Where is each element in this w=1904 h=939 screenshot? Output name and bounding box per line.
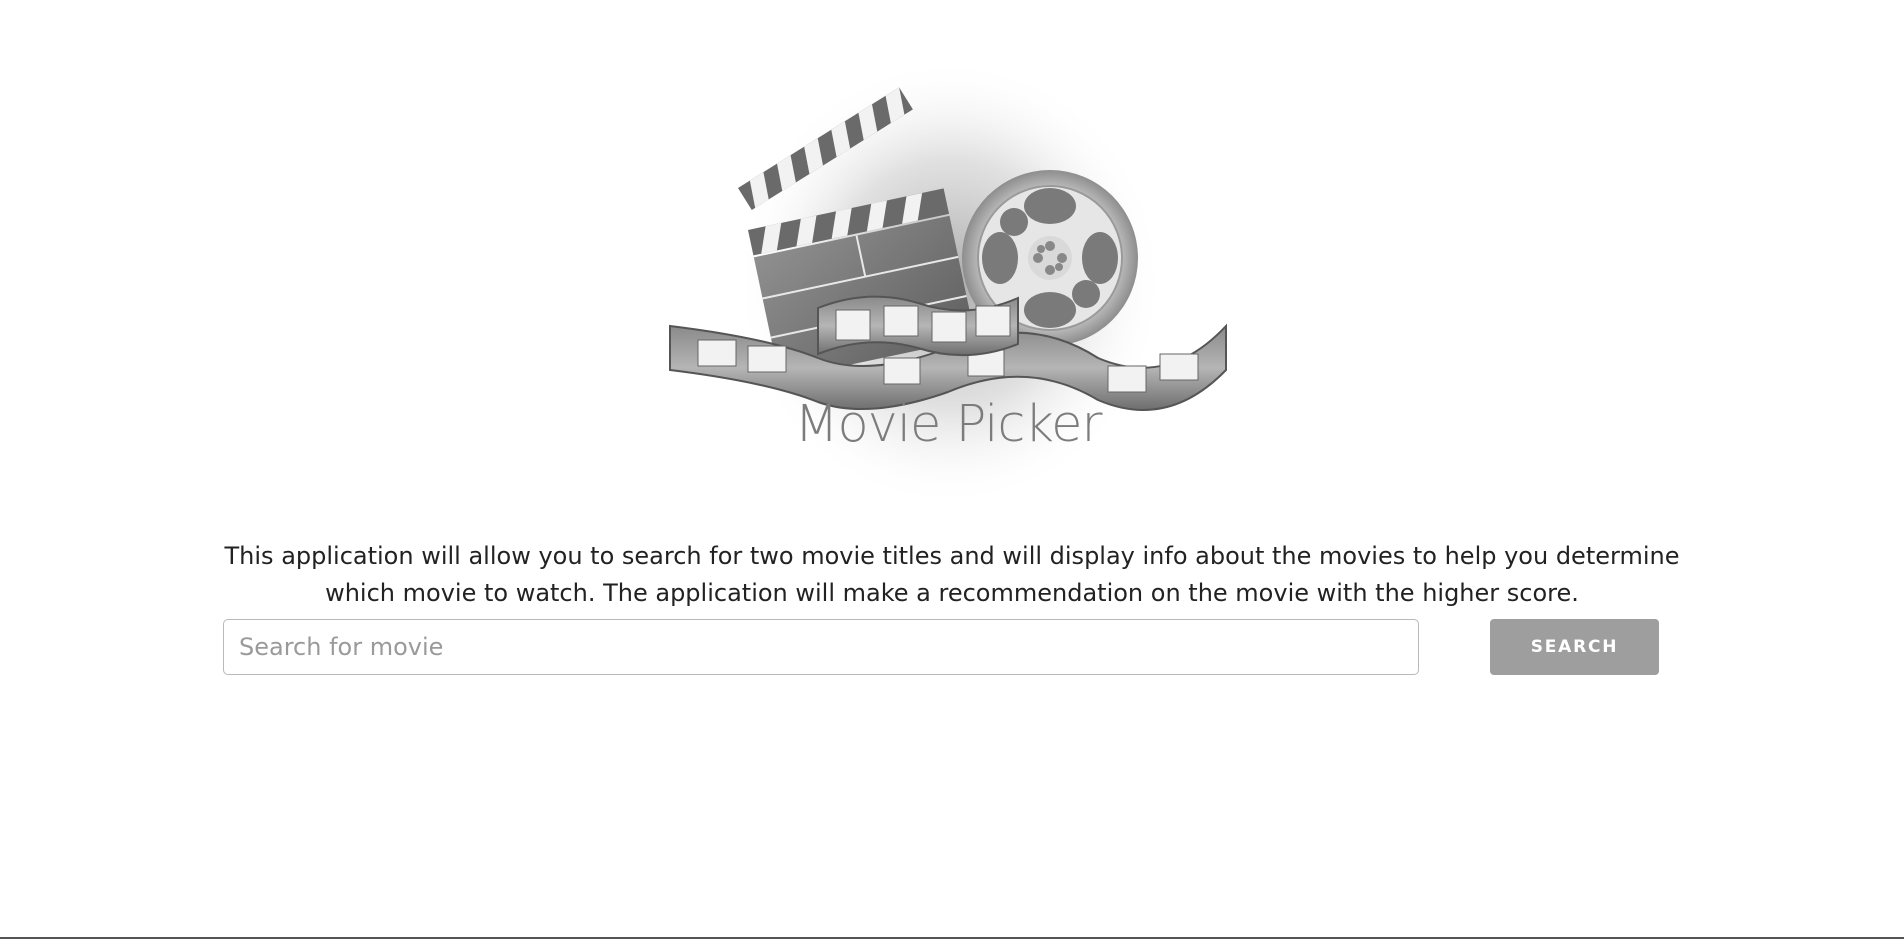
- page: Movie Picker This application will allow…: [0, 0, 1904, 939]
- logo: Movie Picker: [668, 58, 1228, 508]
- logo-title: Movie Picker: [794, 395, 1102, 454]
- search-button[interactable]: SEARCH: [1490, 619, 1659, 675]
- app-description: This application will allow you to searc…: [224, 542, 1680, 607]
- search-input[interactable]: [223, 619, 1419, 675]
